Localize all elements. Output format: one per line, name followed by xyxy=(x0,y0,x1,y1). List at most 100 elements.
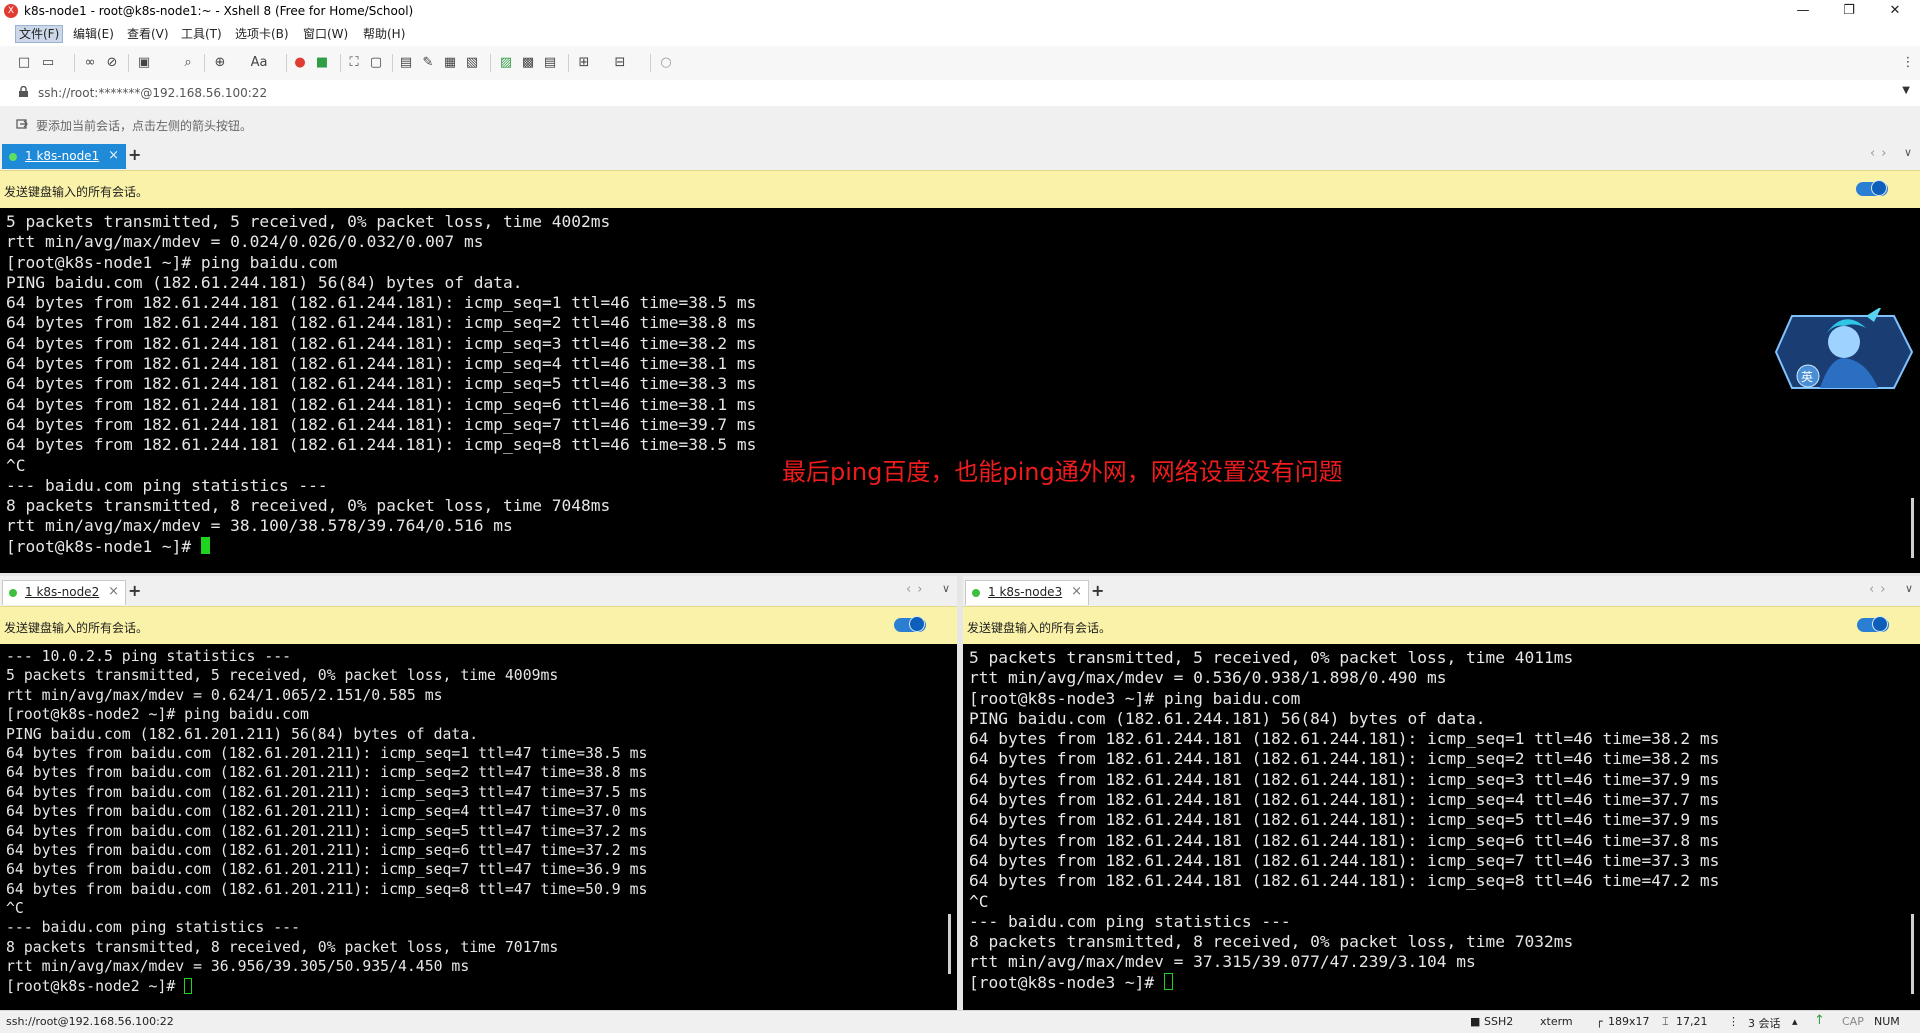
menu-file[interactable]: 文件(F) xyxy=(15,25,64,43)
tab-scroll-arrows-icon[interactable]: ‹› xyxy=(1869,582,1891,597)
tab-k8s-node1[interactable]: 1 k8s-node1 × xyxy=(2,144,126,169)
close-button[interactable]: ✕ xyxy=(1872,0,1918,22)
toolbar-separator xyxy=(650,54,651,72)
tab-label: 1 k8s-node3 xyxy=(988,585,1063,599)
broadcast-toggle[interactable] xyxy=(1857,616,1889,632)
terminal-line: 64 bytes from 182.61.244.181 (182.61.244… xyxy=(6,333,757,353)
close-tab-icon[interactable]: × xyxy=(108,584,119,599)
minimize-button[interactable]: — xyxy=(1780,0,1826,22)
anime-character-avatar-icon[interactable]: 英 xyxy=(1770,306,1915,396)
maximize-button[interactable]: ❐ xyxy=(1826,0,1872,22)
menu-tools[interactable]: 工具(T) xyxy=(178,26,225,42)
window-title: k8s-node1 - root@k8s-node1:~ - Xshell 8 … xyxy=(24,4,414,18)
new-session-icon[interactable]: □ xyxy=(16,55,32,71)
terminal-output[interactable]: 5 packets transmitted, 5 received, 0% pa… xyxy=(0,208,1920,573)
scrollbar-thumb[interactable] xyxy=(1911,914,1914,994)
connected-status-icon xyxy=(9,153,17,161)
menu-view[interactable]: 查看(V) xyxy=(124,26,172,42)
status-caps: CAP xyxy=(1842,1015,1864,1028)
chat-icon[interactable]: ○ xyxy=(658,55,674,71)
status-terminal: xterm xyxy=(1540,1015,1573,1028)
address-bar[interactable]: ssh://root:*******@192.168.56.100:22 ▼ xyxy=(0,80,1920,107)
ime-badge: 英 xyxy=(1801,370,1814,384)
tab-k8s-node3[interactable]: 1 k8s-node3 × xyxy=(965,580,1089,605)
terminal-line: 64 bytes from 182.61.244.181 (182.61.244… xyxy=(969,830,1720,850)
toolbar: □ ▭ ∞ ⊘ ▣ ⌕ ⊕ Aa ● ■ ⛶ ▢ ▤ ✎ ▦ ▧ ▨ ▩ ▤ ⊞… xyxy=(0,46,1920,81)
terminal-line: rtt min/avg/max/mdev = 0.536/0.938/1.898… xyxy=(969,668,1447,688)
globe-icon[interactable]: ⊕ xyxy=(212,55,228,71)
cursor-position-icon: ⌶ xyxy=(1662,1015,1669,1028)
fullscreen-icon[interactable]: ⛶ xyxy=(346,55,362,71)
lock-icon: ■ xyxy=(1470,1015,1481,1028)
log-icon[interactable]: ▩ xyxy=(520,55,536,71)
close-tab-icon[interactable]: × xyxy=(108,148,119,163)
tab-scroll-arrows-icon[interactable]: ‹› xyxy=(906,582,928,597)
menu-window[interactable]: 窗口(W) xyxy=(300,26,351,42)
terminal-line: 8 packets transmitted, 8 received, 0% pa… xyxy=(6,496,611,516)
tab-bar: 1 k8s-node3 × + ‹› ∨ xyxy=(963,576,1920,606)
scrollbar-thumb[interactable] xyxy=(1911,498,1914,558)
broadcast-text: 发送键盘输入的所有会话。 xyxy=(967,621,1112,635)
address-input[interactable]: ssh://root:*******@192.168.56.100:22 xyxy=(38,86,267,100)
new-tab-icon[interactable]: ▣ xyxy=(136,55,152,71)
terminal-scrollbar[interactable] xyxy=(943,644,957,1010)
terminal-lines: 5 packets transmitted, 5 received, 0% pa… xyxy=(6,212,756,557)
menu-help[interactable]: 帮助(H) xyxy=(360,26,408,42)
broadcast-toggle[interactable] xyxy=(894,616,926,632)
terminal-output[interactable]: --- 10.0.2.5 ping statistics --- 5 packet… xyxy=(0,644,957,1010)
terminal-line: ^C xyxy=(6,455,26,475)
find-icon[interactable]: ⌕ xyxy=(180,55,196,71)
close-tab-icon[interactable]: × xyxy=(1071,584,1082,599)
lock-icon[interactable]: ▢ xyxy=(368,55,384,71)
chevron-down-icon[interactable]: ▼ xyxy=(1902,85,1910,96)
toggle-knob xyxy=(1872,616,1888,632)
add-tab-button[interactable]: + xyxy=(1091,581,1104,600)
chevron-up-icon[interactable]: ▴ xyxy=(1792,1015,1798,1028)
scrollbar-thumb[interactable] xyxy=(948,914,951,974)
session-pane-node2: 1 k8s-node2 × + ‹› ∨ 发送键盘输入的所有会话。 --- 10… xyxy=(0,576,957,1010)
terminal-line: 64 bytes from baidu.com (182.61.201.211)… xyxy=(6,744,648,762)
disconnect-icon[interactable]: ⊘ xyxy=(104,55,120,71)
terminal-line: [root@k8s-node3 ~]# ping baidu.com xyxy=(969,688,1301,708)
terminal-line: 64 bytes from 182.61.244.181 (182.61.244… xyxy=(969,790,1720,810)
terminal-line: PING baidu.com (182.61.244.181) 56(84) b… xyxy=(969,708,1486,728)
upload-arrow-icon: ↑ xyxy=(1814,1013,1825,1028)
terminal-line: 5 packets transmitted, 5 received, 0% pa… xyxy=(6,212,611,231)
new-window-icon[interactable]: ⊞ xyxy=(576,55,592,71)
layout-icon[interactable]: ⊟ xyxy=(612,55,628,71)
copy-icon[interactable]: ▤ xyxy=(542,55,558,71)
xftp-icon[interactable]: ● xyxy=(292,55,308,71)
broadcast-toggle[interactable] xyxy=(1856,180,1888,196)
chevron-down-icon[interactable]: ∨ xyxy=(1904,146,1912,159)
add-tab-button[interactable]: + xyxy=(128,145,141,164)
add-session-arrow-icon[interactable] xyxy=(16,118,28,130)
highlight-icon[interactable]: ✎ xyxy=(420,55,436,71)
terminal-scrollbar[interactable] xyxy=(1906,644,1920,1010)
tab-k8s-node2[interactable]: 1 k8s-node2 × xyxy=(2,580,126,605)
toolbar-separator xyxy=(340,54,341,72)
script-icon[interactable]: ▦ xyxy=(442,55,458,71)
more-options-icon[interactable]: ⋮ xyxy=(1900,55,1916,71)
transfer-icon[interactable]: ▨ xyxy=(498,55,514,71)
terminal-prompt: [root@k8s-node2 ~]# xyxy=(6,977,185,995)
terminal-line: 64 bytes from 182.61.244.181 (182.61.244… xyxy=(969,871,1720,891)
terminal-line: --- baidu.com ping statistics --- xyxy=(969,911,1291,931)
terminal-output[interactable]: 5 packets transmitted, 5 received, 0% pa… xyxy=(963,644,1920,1010)
xagent-icon[interactable]: ■ xyxy=(314,55,330,71)
keyboard-icon[interactable]: ▧ xyxy=(464,55,480,71)
tab-scroll-arrows-icon[interactable]: ‹› xyxy=(1870,146,1892,161)
open-folder-icon[interactable]: ▭ xyxy=(40,55,56,71)
font-icon[interactable]: Aa xyxy=(248,55,270,71)
terminal-line: 64 bytes from 182.61.244.181 (182.61.244… xyxy=(6,435,757,455)
terminal-line: 5 packets transmitted, 5 received, 0% pa… xyxy=(969,648,1574,667)
connect-icon[interactable]: ∞ xyxy=(82,55,98,71)
compose-icon[interactable]: ▤ xyxy=(398,55,414,71)
terminal-line: 5 packets transmitted, 5 received, 0% pa… xyxy=(6,667,559,685)
terminal-line: 64 bytes from 182.61.244.181 (182.61.244… xyxy=(969,810,1720,830)
add-tab-button[interactable]: + xyxy=(128,581,141,600)
status-sessions[interactable]: 3 会话 xyxy=(1748,1015,1781,1031)
menu-edit[interactable]: 编辑(E) xyxy=(70,26,117,42)
chevron-down-icon[interactable]: ∨ xyxy=(1905,582,1913,595)
chevron-down-icon[interactable]: ∨ xyxy=(942,582,950,595)
menu-tabs[interactable]: 选项卡(B) xyxy=(232,26,292,42)
